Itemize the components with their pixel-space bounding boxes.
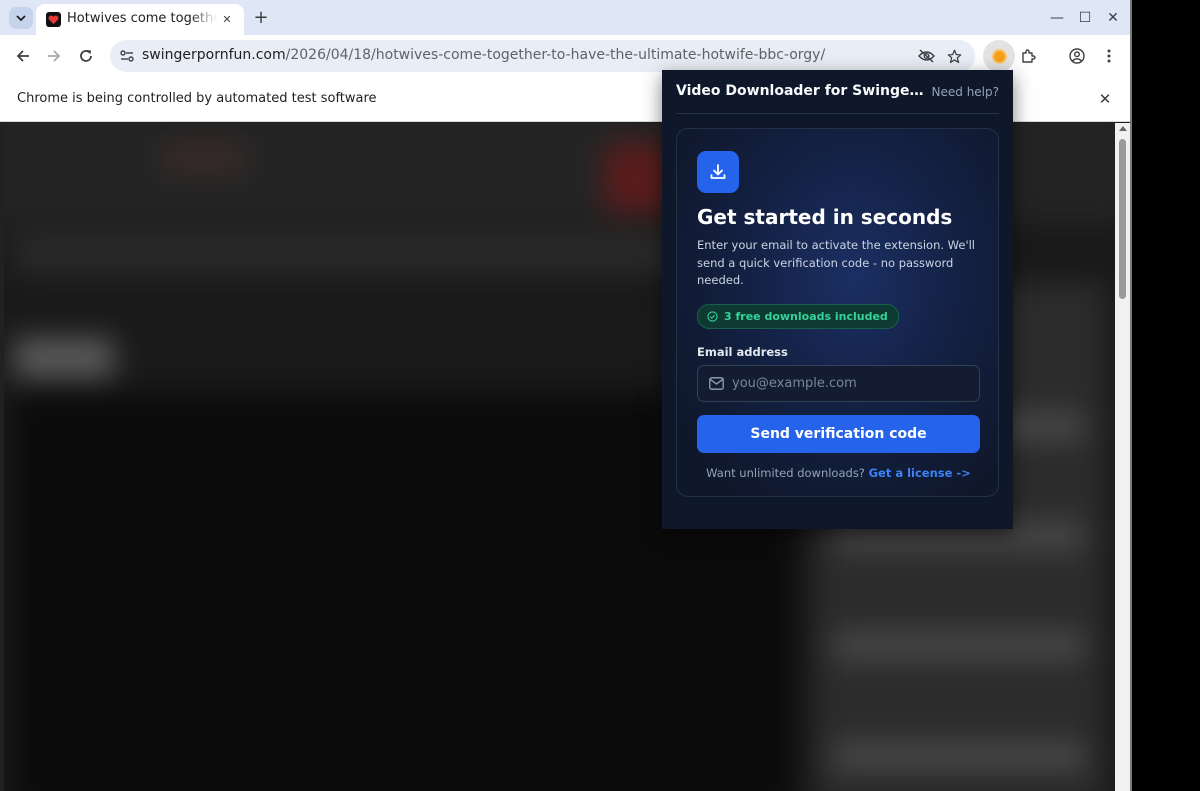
- infobar-close-icon[interactable]: ✕: [1095, 89, 1115, 109]
- badge-text: 3 free downloads included: [724, 310, 888, 323]
- scroll-thumb[interactable]: [1119, 139, 1126, 299]
- new-tab-button[interactable]: +: [250, 6, 272, 28]
- mail-icon: [709, 377, 724, 390]
- tab-search-icon[interactable]: [9, 7, 33, 29]
- active-tab[interactable]: Hotwives come together to have the ultim…: [36, 4, 244, 35]
- send-verification-button[interactable]: Send verification code: [697, 415, 980, 453]
- card-heading: Get started in seconds: [697, 205, 953, 229]
- favicon-icon: [46, 12, 61, 27]
- blur-sidebar-line: [834, 743, 1084, 769]
- profile-icon[interactable]: [1065, 44, 1089, 68]
- license-footer: Want unlimited downloads? Get a license …: [677, 466, 1000, 480]
- infobar-text: Chrome is being controlled by automated …: [17, 91, 377, 106]
- popup-header: Video Downloader for SwingerPornFun Need…: [676, 70, 999, 114]
- minimize-button[interactable]: —: [1047, 8, 1067, 28]
- get-license-link[interactable]: Get a license ->: [869, 466, 971, 480]
- window-edge: [1130, 0, 1132, 791]
- puzzle-icon[interactable]: [1017, 44, 1041, 68]
- email-label: Email address: [697, 345, 788, 359]
- url-path: /2026/04/18/hotwives-come-together-to-ha…: [285, 47, 826, 63]
- page-scrollbar[interactable]: [1115, 123, 1130, 791]
- need-help-link[interactable]: Need help?: [932, 85, 999, 99]
- scroll-up-icon[interactable]: [1119, 126, 1127, 131]
- tab-strip: Hotwives come together to have the ultim…: [0, 0, 1131, 35]
- footer-prompt: Want unlimited downloads?: [706, 466, 865, 480]
- tab-close-icon[interactable]: ✕: [219, 11, 235, 27]
- url-host: swingerpornfun.com: [142, 47, 286, 63]
- site-info-icon[interactable]: [117, 46, 137, 66]
- email-input[interactable]: [732, 366, 972, 401]
- blur-logo: [164, 143, 244, 173]
- forward-arrow-icon[interactable]: [42, 44, 66, 68]
- download-icon: [697, 151, 739, 193]
- tab-title: Hotwives come together to have the ultim…: [67, 11, 217, 26]
- popup-title: Video Downloader for SwingerPornFun: [676, 83, 926, 99]
- star-icon[interactable]: [944, 46, 964, 66]
- blur-sidebar-line: [834, 633, 1084, 659]
- back-arrow-icon[interactable]: [11, 44, 35, 68]
- more-vert-icon[interactable]: [1097, 44, 1121, 68]
- card-description: Enter your email to activate the extensi…: [697, 238, 975, 287]
- free-downloads-badge: 3 free downloads included: [697, 304, 899, 329]
- extension-badge: [991, 48, 1007, 64]
- onboarding-card: Get started in seconds Enter your email …: [676, 128, 999, 497]
- extension-icon[interactable]: [983, 40, 1015, 72]
- check-circle-icon: [707, 311, 718, 322]
- url-text[interactable]: swingerpornfun.com/2026/04/18/hotwives-c…: [142, 47, 825, 63]
- close-window-button[interactable]: ✕: [1103, 8, 1123, 28]
- reload-icon[interactable]: [74, 44, 98, 68]
- extension-popup: Video Downloader for SwingerPornFun Need…: [662, 70, 1013, 529]
- email-field-wrapper: [697, 365, 980, 402]
- blur-button: [14, 338, 114, 378]
- maximize-button[interactable]: ☐: [1075, 8, 1095, 28]
- eye-off-icon[interactable]: [916, 46, 936, 66]
- address-bar[interactable]: swingerpornfun.com/2026/04/18/hotwives-c…: [110, 40, 975, 72]
